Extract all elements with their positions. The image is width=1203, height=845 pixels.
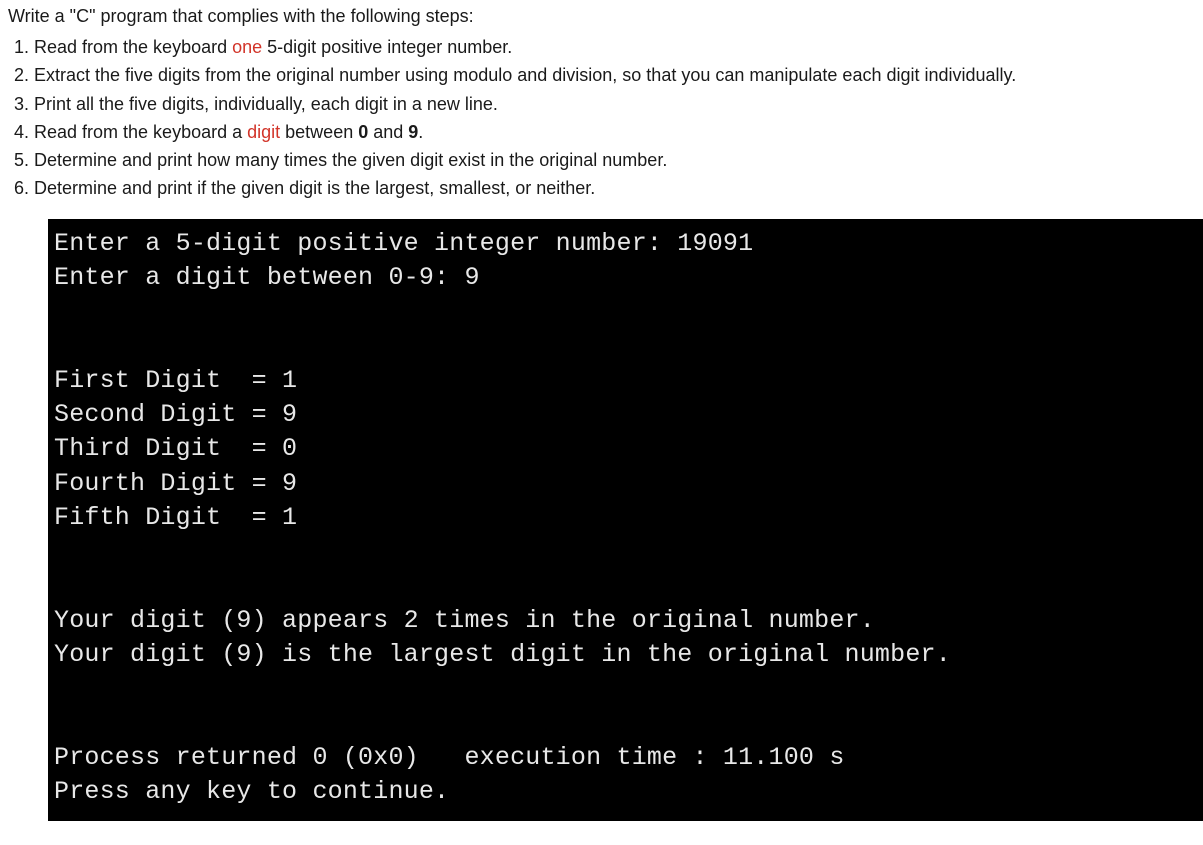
terminal-line: Your digit (9) appears 2 times in the or… (54, 606, 875, 635)
instructions-block: Write a "C" program that complies with t… (0, 0, 1203, 219)
terminal-line: Press any key to continue. (54, 777, 449, 806)
step-2: Extract the five digits from the origina… (34, 63, 1195, 87)
terminal-line: Enter a digit between 0-9: 9 (54, 263, 480, 292)
terminal-line: First Digit = 1 (54, 366, 297, 395)
terminal-line: Your digit (9) is the largest digit in t… (54, 640, 951, 669)
terminal-line: Third Digit = 0 (54, 434, 297, 463)
prompt-text: Write a "C" program that complies with t… (8, 6, 1195, 27)
terminal-line: Fifth Digit = 1 (54, 503, 297, 532)
step-4: Read from the keyboard a digit between 0… (34, 120, 1195, 144)
step-3: Print all the five digits, individually,… (34, 92, 1195, 116)
terminal-line: Enter a 5-digit positive integer number:… (54, 229, 753, 258)
terminal-line: Fourth Digit = 9 (54, 469, 297, 498)
highlight-one: one (232, 37, 262, 57)
highlight-nine: 9 (408, 122, 418, 142)
highlight-zero: 0 (358, 122, 368, 142)
highlight-digit: digit (247, 122, 280, 142)
step-1: Read from the keyboard one 5-digit posit… (34, 35, 1195, 59)
terminal-output: Enter a 5-digit positive integer number:… (48, 219, 1203, 821)
steps-list: Read from the keyboard one 5-digit posit… (8, 35, 1195, 201)
step-6: Determine and print if the given digit i… (34, 176, 1195, 200)
terminal-line: Second Digit = 9 (54, 400, 297, 429)
terminal-line: Process returned 0 (0x0) execution time … (54, 743, 845, 772)
step-5: Determine and print how many times the g… (34, 148, 1195, 172)
